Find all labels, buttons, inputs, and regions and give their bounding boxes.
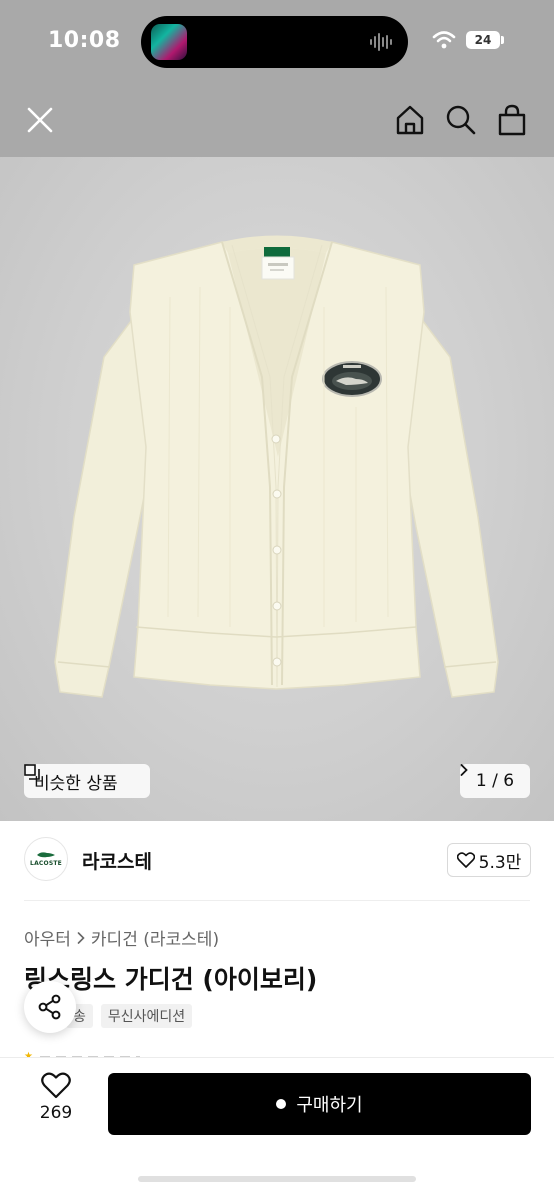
brand-logo[interactable]: LACOSTE [24,837,68,881]
close-icon [27,107,53,133]
audio-wave-icon [370,33,392,51]
close-button[interactable] [22,102,58,138]
brand-row: LACOSTE 라코스테 5.3만 [0,821,554,901]
dynamic-island[interactable] [141,16,408,68]
heart-icon [41,1072,71,1099]
search-button[interactable] [443,102,479,138]
app-header [0,84,554,157]
image-counter-label: 1 / 6 [475,771,515,791]
brand-logo-text: LACOSTE [30,860,62,867]
cardigan-image [54,235,499,698]
breadcrumb-item[interactable]: 아우터 [24,925,71,950]
buy-button[interactable]: 구매하기 [108,1073,531,1135]
croc-logo-icon [37,852,55,858]
share-icon [38,994,61,1020]
breadcrumb-item[interactable]: 카디건 (라코스테) [91,925,219,950]
copy-icon [24,764,40,780]
search-icon [446,105,476,135]
home-button[interactable] [392,102,428,138]
image-counter-button[interactable]: 1 / 6 [460,764,530,798]
wishlist-count: 269 [39,1103,73,1123]
brand-like-button[interactable]: 5.3만 [447,843,531,877]
battery-level: 24 [474,33,492,47]
battery-tip [501,36,504,44]
heart-icon [456,852,475,868]
chevron-right-icon [460,764,468,776]
bottom-action-bar: 269 구매하기 [0,1058,554,1200]
share-button[interactable] [24,981,76,1033]
home-indicator [138,1176,416,1182]
status-time: 10:08 [48,28,121,53]
shopping-bag-icon [498,104,526,136]
cart-button[interactable] [494,102,530,138]
loading-dot-icon [276,1099,287,1109]
status-bar: 10:08 24 [0,0,554,84]
divider [24,900,530,901]
home-icon [396,105,424,135]
buy-button-label: 구매하기 [296,1095,363,1116]
breadcrumb: 아우터 카디건 (라코스테) [24,925,219,950]
wifi-icon [432,31,456,49]
tag: 무신사에디션 [100,1004,193,1028]
brand-like-count: 5.3만 [478,852,522,873]
brand-name[interactable]: 라코스테 [82,847,152,874]
similar-products-label: 비슷한 상품 [34,773,118,794]
similar-products-button[interactable]: 비슷한 상품 [24,764,150,798]
product-image-gallery[interactable]: 비슷한 상품 1 / 6 [0,157,554,821]
music-art-icon [151,24,187,60]
battery-icon: 24 [466,31,500,49]
chevron-right-icon [77,931,85,944]
wishlist-button[interactable]: 269 [24,1072,88,1138]
